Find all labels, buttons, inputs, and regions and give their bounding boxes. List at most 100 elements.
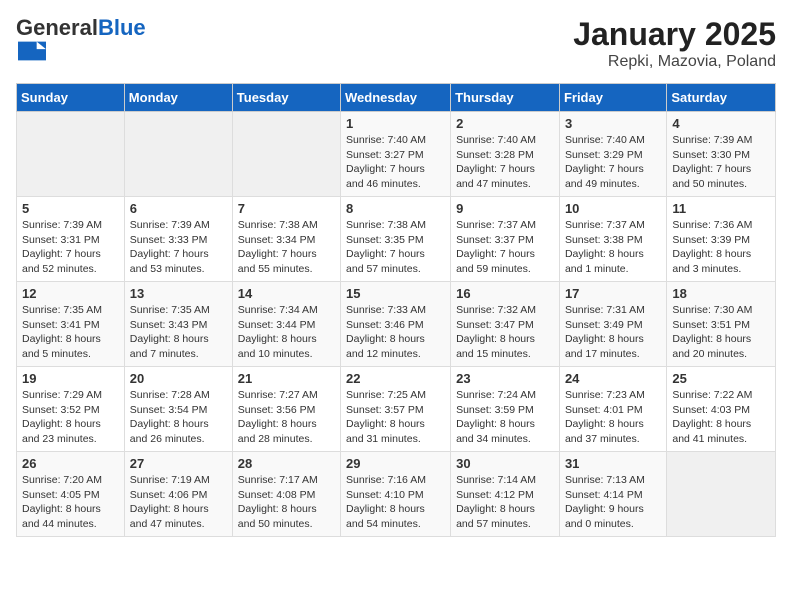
day-cell: 8Sunrise: 7:38 AMSunset: 3:35 PMDaylight… bbox=[341, 197, 451, 282]
day-info: Sunrise: 7:32 AMSunset: 3:47 PMDaylight:… bbox=[456, 303, 554, 362]
logo-general-text: General bbox=[16, 15, 98, 40]
calendar-body: 1 Sunrise: 7:40 AMSunset: 3:27 PMDaylight… bbox=[17, 112, 776, 537]
day-number: 16 bbox=[456, 286, 554, 301]
day-number: 14 bbox=[238, 286, 335, 301]
logo: GeneralBlue bbox=[16, 16, 146, 67]
day-number: 13 bbox=[130, 286, 227, 301]
day-cell: 16 Sunrise: 7:32 AMSunset: 3:47 PMDayligh… bbox=[451, 282, 560, 367]
day-info: Sunrise: 7:13 AMSunset: 4:14 PMDaylight:… bbox=[565, 473, 661, 532]
day-number: 31 bbox=[565, 456, 661, 471]
day-cell: 22 Sunrise: 7:25 AMSunset: 3:57 PMDayligh… bbox=[341, 367, 451, 452]
day-number: 29 bbox=[346, 456, 445, 471]
day-cell: 14 Sunrise: 7:34 AMSunset: 3:44 PMDayligh… bbox=[232, 282, 340, 367]
logo-blue-text: Blue bbox=[98, 15, 146, 40]
day-cell: 29 Sunrise: 7:16 AMSunset: 4:10 PMDayligh… bbox=[341, 452, 451, 537]
header-tuesday: Tuesday bbox=[232, 84, 340, 112]
day-number: 25 bbox=[672, 371, 770, 386]
day-info: Sunrise: 7:24 AMSunset: 3:59 PMDaylight:… bbox=[456, 388, 554, 447]
day-info: Sunrise: 7:39 AMSunset: 3:30 PMDaylight:… bbox=[672, 133, 770, 192]
day-number: 7 bbox=[238, 201, 335, 216]
day-cell: 4Sunrise: 7:39 AMSunset: 3:30 PMDaylight… bbox=[667, 112, 776, 197]
day-info: Sunrise: 7:40 AMSunset: 3:28 PMDaylight:… bbox=[456, 133, 554, 192]
day-info: Sunrise: 7:25 AMSunset: 3:57 PMDaylight:… bbox=[346, 388, 445, 447]
day-cell: 27Sunrise: 7:19 AMSunset: 4:06 PMDayligh… bbox=[124, 452, 232, 537]
day-info: Sunrise: 7:40 AMSunset: 3:29 PMDaylight:… bbox=[565, 133, 661, 192]
day-info: Sunrise: 7:40 AMSunset: 3:27 PMDaylight:… bbox=[346, 133, 445, 192]
day-number: 20 bbox=[130, 371, 227, 386]
day-info: Sunrise: 7:28 AMSunset: 3:54 PMDaylight:… bbox=[130, 388, 227, 447]
header-thursday: Thursday bbox=[451, 84, 560, 112]
day-info: Sunrise: 7:38 AMSunset: 3:34 PMDaylight:… bbox=[238, 218, 335, 277]
day-info: Sunrise: 7:29 AMSunset: 3:52 PMDaylight:… bbox=[22, 388, 119, 447]
day-number: 17 bbox=[565, 286, 661, 301]
day-info: Sunrise: 7:17 AMSunset: 4:08 PMDaylight:… bbox=[238, 473, 335, 532]
day-info: Sunrise: 7:35 AMSunset: 3:43 PMDaylight:… bbox=[130, 303, 227, 362]
day-info: Sunrise: 7:20 AMSunset: 4:05 PMDaylight:… bbox=[22, 473, 119, 532]
header-monday: Monday bbox=[124, 84, 232, 112]
calendar-header: Sunday Monday Tuesday Wednesday Thursday… bbox=[17, 84, 776, 112]
day-number: 22 bbox=[346, 371, 445, 386]
day-cell: 26 Sunrise: 7:20 AMSunset: 4:05 PMDayligh… bbox=[17, 452, 125, 537]
day-number: 5 bbox=[22, 201, 119, 216]
week-row-3: 12 Sunrise: 7:35 AMSunset: 3:41 PMDayligh… bbox=[17, 282, 776, 367]
day-number: 12 bbox=[22, 286, 119, 301]
calendar-table: Sunday Monday Tuesday Wednesday Thursday… bbox=[16, 83, 776, 537]
header-row: Sunday Monday Tuesday Wednesday Thursday… bbox=[17, 84, 776, 112]
day-info: Sunrise: 7:35 AMSunset: 3:41 PMDaylight:… bbox=[22, 303, 119, 362]
day-info: Sunrise: 7:31 AMSunset: 3:49 PMDaylight:… bbox=[565, 303, 661, 362]
day-number: 18 bbox=[672, 286, 770, 301]
day-number: 11 bbox=[672, 201, 770, 216]
day-number: 9 bbox=[456, 201, 554, 216]
day-number: 19 bbox=[22, 371, 119, 386]
logo-icon bbox=[18, 40, 46, 62]
day-cell: 3Sunrise: 7:40 AMSunset: 3:29 PMDaylight… bbox=[559, 112, 666, 197]
day-info: Sunrise: 7:39 AMSunset: 3:33 PMDaylight:… bbox=[130, 218, 227, 277]
day-number: 1 bbox=[346, 116, 445, 131]
day-number: 30 bbox=[456, 456, 554, 471]
day-info: Sunrise: 7:37 AMSunset: 3:38 PMDaylight:… bbox=[565, 218, 661, 277]
day-info: Sunrise: 7:16 AMSunset: 4:10 PMDaylight:… bbox=[346, 473, 445, 532]
day-number: 27 bbox=[130, 456, 227, 471]
calendar-title: January 2025 bbox=[573, 16, 776, 53]
day-info: Sunrise: 7:30 AMSunset: 3:51 PMDaylight:… bbox=[672, 303, 770, 362]
day-info: Sunrise: 7:37 AMSunset: 3:37 PMDaylight:… bbox=[456, 218, 554, 277]
week-row-5: 26 Sunrise: 7:20 AMSunset: 4:05 PMDayligh… bbox=[17, 452, 776, 537]
day-info: Sunrise: 7:14 AMSunset: 4:12 PMDaylight:… bbox=[456, 473, 554, 532]
day-info: Sunrise: 7:23 AMSunset: 4:01 PMDaylight:… bbox=[565, 388, 661, 447]
day-cell: 24 Sunrise: 7:23 AMSunset: 4:01 PMDayligh… bbox=[559, 367, 666, 452]
day-number: 26 bbox=[22, 456, 119, 471]
header-friday: Friday bbox=[559, 84, 666, 112]
day-cell: 13 Sunrise: 7:35 AMSunset: 3:43 PMDayligh… bbox=[124, 282, 232, 367]
day-number: 10 bbox=[565, 201, 661, 216]
day-number: 6 bbox=[130, 201, 227, 216]
day-number: 2 bbox=[456, 116, 554, 131]
day-number: 21 bbox=[238, 371, 335, 386]
day-number: 28 bbox=[238, 456, 335, 471]
day-cell: 7 Sunrise: 7:38 AMSunset: 3:34 PMDaylight… bbox=[232, 197, 340, 282]
day-info: Sunrise: 7:33 AMSunset: 3:46 PMDaylight:… bbox=[346, 303, 445, 362]
day-cell: 5 Sunrise: 7:39 AMSunset: 3:31 PMDaylight… bbox=[17, 197, 125, 282]
day-cell: 15Sunrise: 7:33 AMSunset: 3:46 PMDayligh… bbox=[341, 282, 451, 367]
day-cell: 18 Sunrise: 7:30 AMSunset: 3:51 PMDayligh… bbox=[667, 282, 776, 367]
day-info: Sunrise: 7:27 AMSunset: 3:56 PMDaylight:… bbox=[238, 388, 335, 447]
day-cell: 12 Sunrise: 7:35 AMSunset: 3:41 PMDayligh… bbox=[17, 282, 125, 367]
day-cell: 1 Sunrise: 7:40 AMSunset: 3:27 PMDaylight… bbox=[341, 112, 451, 197]
day-info: Sunrise: 7:22 AMSunset: 4:03 PMDaylight:… bbox=[672, 388, 770, 447]
day-number: 24 bbox=[565, 371, 661, 386]
day-cell: 30 Sunrise: 7:14 AMSunset: 4:12 PMDayligh… bbox=[451, 452, 560, 537]
day-cell: 6 Sunrise: 7:39 AMSunset: 3:33 PMDaylight… bbox=[124, 197, 232, 282]
day-cell bbox=[124, 112, 232, 197]
day-cell: 31 Sunrise: 7:13 AMSunset: 4:14 PMDayligh… bbox=[559, 452, 666, 537]
day-info: Sunrise: 7:36 AMSunset: 3:39 PMDaylight:… bbox=[672, 218, 770, 277]
title-block: January 2025 Repki, Mazovia, Poland bbox=[573, 16, 776, 71]
day-cell: 19 Sunrise: 7:29 AMSunset: 3:52 PMDayligh… bbox=[17, 367, 125, 452]
day-cell bbox=[232, 112, 340, 197]
day-cell: 9 Sunrise: 7:37 AMSunset: 3:37 PMDaylight… bbox=[451, 197, 560, 282]
day-info: Sunrise: 7:34 AMSunset: 3:44 PMDaylight:… bbox=[238, 303, 335, 362]
day-cell: 25 Sunrise: 7:22 AMSunset: 4:03 PMDayligh… bbox=[667, 367, 776, 452]
day-info: Sunrise: 7:39 AMSunset: 3:31 PMDaylight:… bbox=[22, 218, 119, 277]
day-info: Sunrise: 7:38 AMSunset: 3:35 PMDaylight:… bbox=[346, 218, 445, 277]
calendar-subtitle: Repki, Mazovia, Poland bbox=[573, 53, 776, 71]
day-cell: 20 Sunrise: 7:28 AMSunset: 3:54 PMDayligh… bbox=[124, 367, 232, 452]
week-row-4: 19 Sunrise: 7:29 AMSunset: 3:52 PMDayligh… bbox=[17, 367, 776, 452]
